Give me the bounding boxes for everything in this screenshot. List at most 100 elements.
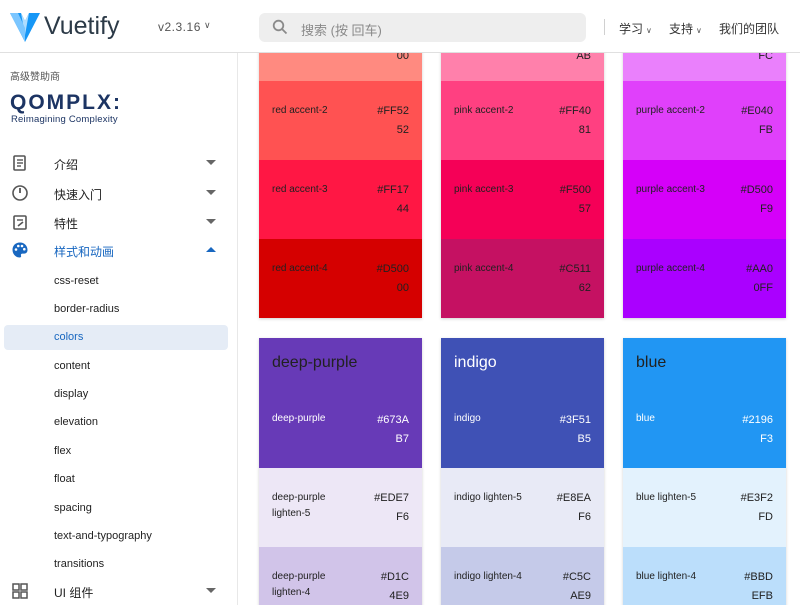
caret-down-icon [206,219,216,224]
swatch-indigo-lighten-4: indigo lighten-4 #C5C AE9 [441,547,604,605]
swatch-hex: #FF17 [377,184,409,196]
sub-item-label: text-and-typography [54,530,152,542]
swatch-indigo: indigo #3F51 B5 [441,376,604,468]
swatch-name: blue [636,413,655,424]
swatch-hex: F6 [396,511,409,523]
swatch-hex: #BBD [744,571,773,583]
nav-group-features[interactable]: 特性 [0,210,238,236]
nav-group-ui-components[interactable]: UI 组件 [0,579,238,605]
view-dashboard-icon [12,583,28,599]
swatch-hex: 57 [578,203,591,215]
caret-down-icon [206,190,216,195]
nav-group-styles[interactable]: 样式和动画 [0,238,238,264]
nav-group-label: 样式和动画 [54,245,115,259]
swatch-name: pink accent-4 [454,263,514,274]
swatch-hex: 4E9 [389,590,409,602]
sub-item-colors[interactable]: colors [4,325,228,350]
card-header: indigo [441,338,604,376]
sub-item-content[interactable]: content [4,354,228,379]
color-card-red: 00 red accent-2 #FF52 52 red accent-3 #F… [259,53,422,318]
swatch-hex: FD [758,511,773,523]
sub-item-float[interactable]: float [4,467,228,492]
search-input[interactable]: 搜索 (按 回车) [301,20,382,39]
swatch-pink-accent-3: pink accent-3 #F500 57 [441,160,604,239]
swatch-blue-lighten-4: blue lighten-4 #BBD EFB [623,547,786,605]
swatch-hex: #2196 [742,414,773,426]
swatch-hex: #E040 [741,105,773,117]
swatch-pink-accent-2: pink accent-2 #FF40 81 [441,81,604,160]
sub-item-spacing[interactable]: spacing [4,496,228,521]
sub-item-label: display [54,388,89,400]
swatch-red-accent-2: red accent-2 #FF52 52 [259,81,422,160]
nav-learn[interactable]: 学习 ∨ [619,20,652,37]
nav-team-label: 我们的团队 [719,22,780,36]
card-title: deep-purple [272,354,358,371]
vuetify-logo-icon[interactable] [10,11,40,43]
swatch-hex: #C511 [559,263,591,275]
book-icon [13,155,26,171]
nav-team[interactable]: 我们的团队 [719,20,779,37]
nav-group-quickstart[interactable]: 快速入门 [0,181,238,207]
swatch-hex: #D500 [376,263,409,275]
chevron-down-icon[interactable]: ∨ [204,20,211,31]
clipboard-edit-icon [13,215,27,230]
color-card-deep-purple: deep-purple deep-purple #673A B7 deep-pu… [259,338,422,605]
sub-item-label: elevation [54,416,99,428]
sub-item-label: float [54,473,75,485]
swatch-hex: 44 [396,203,409,215]
color-card-indigo: indigo indigo #3F51 B5 indigo lighten-5 … [441,338,604,605]
swatch-hex: #673A [377,414,409,426]
swatch-hex: EFB [751,590,773,602]
divider [604,19,605,35]
swatch-hex: #E8EA [556,492,591,504]
swatch-hex: 00 [396,53,409,62]
swatch-purple-accent-2: purple accent-2 #E040 FB [623,81,786,160]
swatch-hex: B7 [395,433,409,445]
swatch-hex: AB [576,53,591,62]
sub-item-css-reset[interactable]: css-reset [4,269,228,294]
swatch-hex: F6 [578,511,591,523]
swatch-pink-accent-4: pink accent-4 #C511 62 [441,239,604,318]
color-palette-content: 00 red accent-2 #FF52 52 red accent-3 #F… [238,53,800,605]
version-select[interactable]: v2.3.16 [158,20,201,34]
swatch-hex: B5 [577,433,591,445]
swatch-red-accent-1: 00 [259,53,422,81]
swatch-purple-accent-3: purple accent-3 #D500 F9 [623,160,786,239]
swatch-hex: #E3F2 [740,492,773,504]
sub-item-transitions[interactable]: transitions [4,552,228,577]
navigation-drawer: 高级赞助商 QOMPLX: Reimagining Complexity 介绍 … [0,53,238,605]
swatch-name: deep-purple [272,413,326,424]
sub-item-label: spacing [54,502,92,514]
brand-name[interactable]: Vuetify [44,12,120,41]
swatch-name: purple accent-4 [636,263,705,274]
swatch-hex: #F500 [559,184,591,196]
nav-group-intro[interactable]: 介绍 [0,151,238,177]
sub-item-display[interactable]: display [4,382,228,407]
swatch-name: purple accent-2 [636,105,705,116]
card-header: blue [623,338,786,376]
sub-item-label: border-radius [54,303,120,315]
swatch-hex: 52 [396,124,409,136]
chevron-down-icon: ∨ [696,26,702,35]
sponsor-logo[interactable]: QOMPLX: [10,91,122,115]
swatch-pink-accent-1: AB [441,53,604,81]
sub-item-text-and-typography[interactable]: text-and-typography [4,524,228,549]
sub-item-flex[interactable]: flex [4,439,228,464]
sub-item-border-radius[interactable]: border-radius [4,297,228,322]
swatch-name: red accent-4 [272,263,328,274]
swatch-name: purple accent-3 [636,184,705,195]
swatch-hex: FC [758,53,773,62]
sub-item-label: css-reset [54,275,99,287]
swatch-hex: 00 [396,282,409,294]
swatch-deep-purple-lighten-4: deep-purple lighten-4 #D1C 4E9 [259,547,422,605]
swatch-name: indigo [454,413,481,424]
card-title: indigo [454,354,497,371]
swatch-hex: #FF40 [559,105,591,117]
color-card-blue: blue blue #2196 F3 blue lighten-5 #E3F2 … [623,338,786,605]
swatch-hex: #C5C [562,571,591,583]
nav-support[interactable]: 支持 ∨ [669,20,702,37]
color-card-pink: AB pink accent-2 #FF40 81 pink accent-3 … [441,53,604,318]
search-box[interactable]: 搜索 (按 回车) [259,13,586,42]
swatch-name: red accent-3 [272,184,328,195]
sub-item-elevation[interactable]: elevation [4,410,228,435]
